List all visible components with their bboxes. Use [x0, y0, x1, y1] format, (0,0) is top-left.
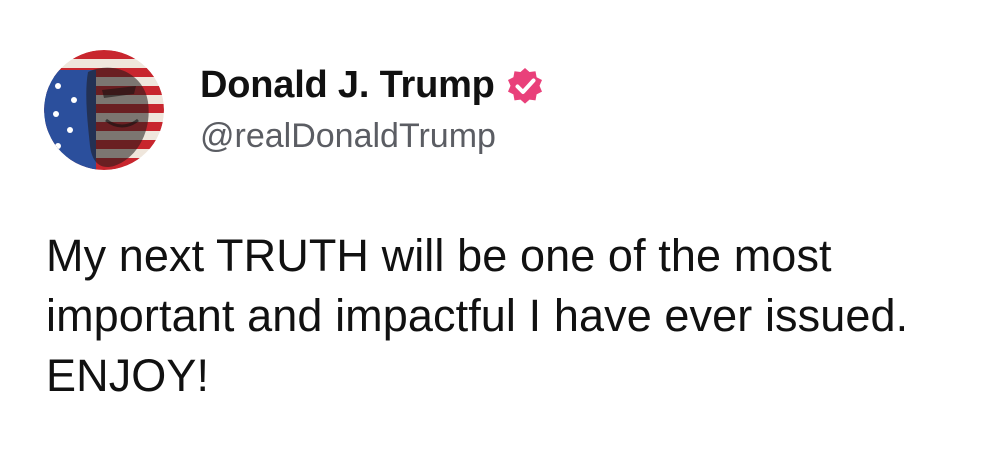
display-name[interactable]: Donald J. Trump	[200, 64, 495, 107]
flag-portrait-avatar-icon	[44, 50, 164, 170]
author-handle[interactable]: @realDonaldTrump	[200, 117, 545, 156]
post-card: Donald J. Trump @realDonaldTrump My next…	[0, 0, 986, 467]
post-text: My next TRUTH will be one of the most im…	[46, 230, 909, 401]
name-row: Donald J. Trump	[200, 64, 545, 107]
avatar[interactable]	[44, 50, 164, 170]
author-names: Donald J. Trump @realDonaldTrump	[200, 64, 545, 156]
verified-badge-icon	[505, 66, 545, 106]
post-header: Donald J. Trump @realDonaldTrump	[44, 48, 545, 172]
